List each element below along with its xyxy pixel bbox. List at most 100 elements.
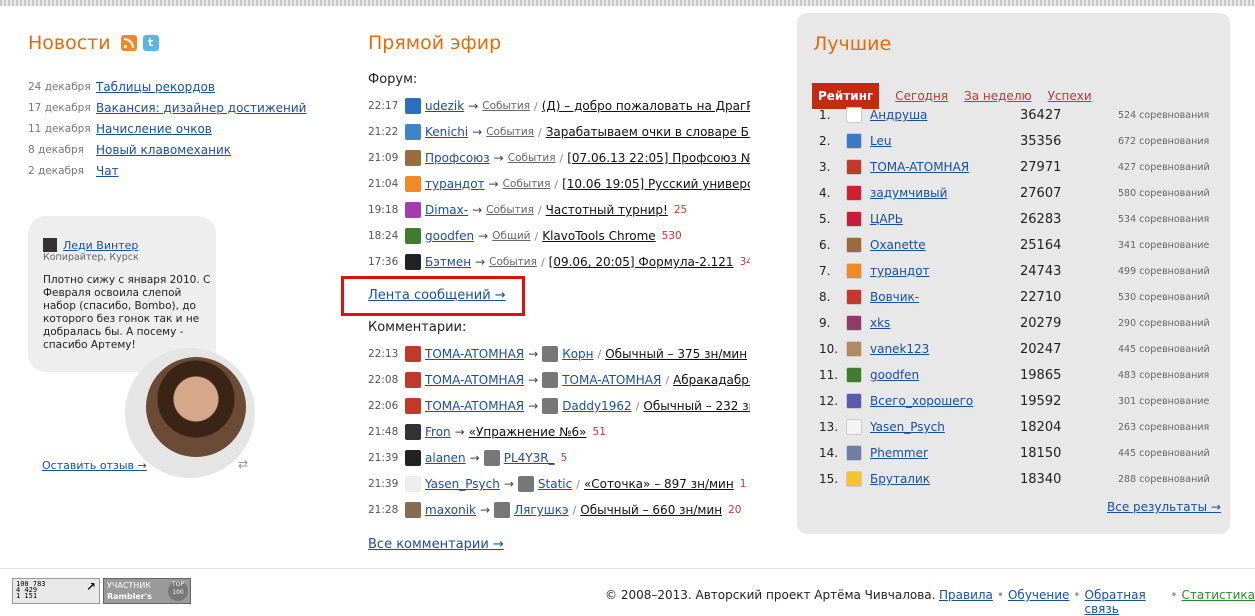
competitions: 427 соревнований <box>1118 162 1210 173</box>
user-link[interactable]: goodfen <box>870 368 1020 382</box>
user-avatar-icon <box>846 419 862 435</box>
comment-count: 5 <box>561 452 568 464</box>
comment-count: 1 <box>740 478 747 490</box>
tab-today[interactable]: Сегодня <box>895 89 948 103</box>
footer-link-statistics[interactable]: Статистика <box>1182 588 1255 616</box>
all-results-link[interactable]: Все результаты → <box>1107 500 1221 514</box>
topic-link[interactable]: Частотный турнир! <box>546 203 668 217</box>
user-link[interactable]: Leu <box>870 134 1020 148</box>
user-link[interactable]: alanen <box>425 451 466 465</box>
category-link[interactable]: События <box>503 178 551 190</box>
points: 18340 <box>1020 472 1118 487</box>
news-link[interactable]: Чат <box>96 164 119 178</box>
target-link[interactable]: Daddy1962 <box>562 399 631 413</box>
comment-link[interactable]: Обычный – 375 зн/мин <box>605 347 747 361</box>
user-link[interactable]: TOMA-ATOMHAЯ <box>425 373 524 387</box>
news-link[interactable]: Вакансия: дизайнер достижений <box>96 101 306 115</box>
topic-link[interactable]: [09.06, 20:05] Формула-2.121 <box>549 255 734 269</box>
user-link[interactable]: Вовчик- <box>870 290 1020 304</box>
news-list: 24 декабряТаблицы рекордов 17 декабряВак… <box>28 76 328 181</box>
tab-achievements[interactable]: Успехи <box>1048 89 1092 103</box>
footer-link-rules[interactable]: Правила <box>939 588 993 616</box>
user-link[interactable]: udezik <box>425 99 464 113</box>
target-link[interactable]: Static <box>538 477 572 491</box>
arrow-icon: → <box>528 373 538 387</box>
comment-link[interactable]: Обычный – 232 зн/мин <box>643 399 750 413</box>
target-link[interactable]: Корн <box>562 347 593 361</box>
user-link[interactable]: турандот <box>870 264 1020 278</box>
category-link[interactable]: События <box>508 152 556 164</box>
refresh-icon[interactable]: ⇄ <box>238 457 248 471</box>
target-link[interactable]: PL4Y3R_ <box>504 451 555 465</box>
user-link[interactable]: задумчивый <box>870 186 1020 200</box>
twitter-icon[interactable]: t <box>143 35 159 51</box>
comment-link[interactable]: «Соточка» – 897 зн/мин <box>584 477 734 491</box>
rss-icon[interactable] <box>121 35 137 51</box>
points: 19592 <box>1020 394 1118 409</box>
comments-label: Комментарии: <box>368 320 466 335</box>
user-link[interactable]: Phemmer <box>870 446 1020 460</box>
category-link[interactable]: События <box>489 256 537 268</box>
news-link[interactable]: Начисление очков <box>96 122 212 136</box>
user-link[interactable]: TOMA-ATOMHAЯ <box>425 347 524 361</box>
user-link[interactable]: Kenichi <box>425 125 468 139</box>
comment-link[interactable]: «Упражнение №6» <box>469 425 587 439</box>
user-link[interactable]: Fron <box>425 425 451 439</box>
news-link[interactable]: Таблицы рекордов <box>96 80 215 94</box>
all-comments-link[interactable]: Все комментарии → <box>368 537 504 552</box>
user-link[interactable]: Андруша <box>870 108 1020 122</box>
topic-link[interactable]: KlavoTools Chrome <box>542 229 655 243</box>
user-link[interactable]: турандот <box>425 177 485 191</box>
competitions: 301 соревнование <box>1118 396 1209 407</box>
competitions: 445 соревнований <box>1118 448 1210 459</box>
user-avatar-icon <box>405 124 421 140</box>
rambler-badge[interactable]: УЧАСТНИК Rambler's TOP 100 <box>103 578 191 604</box>
news-item: 8 декабряНовый клавомеханик <box>28 139 328 160</box>
competitions: 524 соревнования <box>1118 110 1209 121</box>
target-link[interactable]: TOMA-ATOMHAЯ <box>562 373 661 387</box>
comment-link[interactable]: Обычный – 660 зн/мин <box>580 503 722 517</box>
topic-link[interactable]: [10.06 19:05] Русский универсал <box>562 177 750 191</box>
user-link[interactable]: maxonik <box>425 503 476 517</box>
footer-link-feedback[interactable]: Обратная связь <box>1085 588 1167 616</box>
user-link[interactable]: Dimax- <box>425 203 468 217</box>
user-link[interactable]: TOMA-ATOMHAЯ <box>870 160 1020 174</box>
testimonial-author[interactable]: Леди Винтер <box>63 239 138 252</box>
user-link[interactable]: ЦАРЬ <box>870 212 1020 226</box>
user-link[interactable]: goodfen <box>425 229 474 243</box>
user-link[interactable]: Yasen_Psych <box>425 477 500 491</box>
user-avatar-icon <box>405 150 421 166</box>
target-avatar-icon <box>542 398 558 414</box>
topic-link[interactable]: (Д) – добро пожаловать на ДрагРэйсинг <box>542 99 750 113</box>
category-link[interactable]: События <box>486 126 534 138</box>
rank-number: 13. <box>819 420 846 434</box>
topic-link[interactable]: [07.06.13 22:05] Профсоюз №1 <box>567 151 750 165</box>
tab-week[interactable]: За неделю <box>964 89 1032 103</box>
target-link[interactable]: Лягушкэ <box>514 503 568 517</box>
points: 22710 <box>1020 290 1118 305</box>
user-avatar-icon <box>846 341 862 357</box>
separator: / <box>665 374 669 387</box>
user-link[interactable]: Бруталик <box>870 472 1020 486</box>
comment-link[interactable]: Абракадабра <box>673 373 750 387</box>
separator: / <box>538 204 542 217</box>
category-link[interactable]: События <box>482 100 530 112</box>
topic-link[interactable]: Зарабатываем очки в словаре БГ10 <box>546 125 750 139</box>
user-link[interactable]: xks <box>870 316 1020 330</box>
category-link[interactable]: Общий <box>492 230 530 242</box>
user-link[interactable]: Yasen_Psych <box>870 420 1020 434</box>
leave-review-link[interactable]: Оставить отзыв → <box>42 459 147 472</box>
category-link[interactable]: События <box>486 204 534 216</box>
footer-link-learning[interactable]: Обучение <box>1008 588 1069 616</box>
user-link[interactable]: Всего_хорошего <box>870 394 1020 408</box>
user-link[interactable]: TOMA-ATOMHAЯ <box>425 399 524 413</box>
post-time: 21:09 <box>368 152 405 164</box>
user-link[interactable]: vanek123 <box>870 342 1020 356</box>
separator: / <box>534 230 538 243</box>
points: 18204 <box>1020 420 1118 435</box>
user-link[interactable]: Бэтмен <box>425 255 471 269</box>
liveinternet-counter[interactable]: 100 783 4 429 1 151 ↗ <box>12 578 100 604</box>
news-link[interactable]: Новый клавомеханик <box>96 143 231 157</box>
user-link[interactable]: Oxanette <box>870 238 1020 252</box>
user-link[interactable]: Профсоюз <box>425 151 490 165</box>
